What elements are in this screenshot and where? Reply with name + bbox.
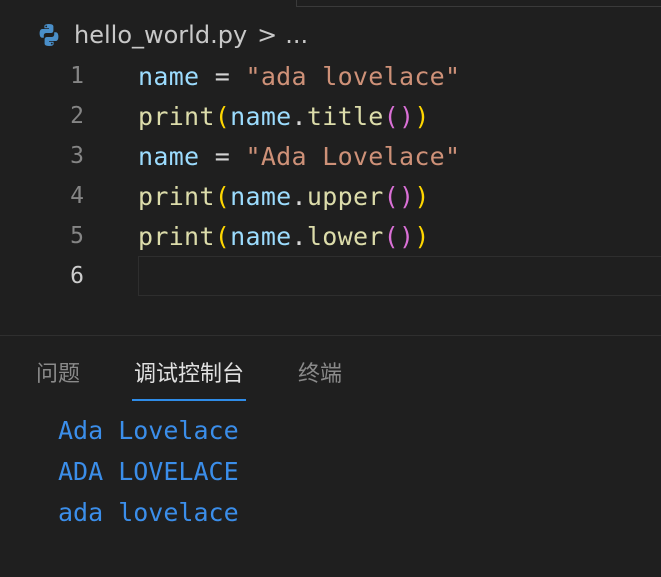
code-line[interactable]: 1 name = "ada lovelace" bbox=[0, 56, 661, 96]
code-line[interactable]: 6 bbox=[0, 256, 661, 296]
code-token: name bbox=[138, 141, 200, 171]
output-line: Ada Lovelace bbox=[58, 416, 239, 445]
code-token: . bbox=[291, 181, 307, 211]
code-line[interactable]: 5 print(name.lower()) bbox=[0, 216, 661, 256]
panel-tabs: 问题 调试控制台 终端 bbox=[0, 352, 661, 401]
line-number: 3 bbox=[70, 143, 84, 169]
code-token: name bbox=[230, 181, 292, 211]
breadcrumb-more[interactable]: ... bbox=[285, 21, 308, 49]
code-token: upper bbox=[306, 181, 384, 211]
code-token: ) bbox=[414, 221, 430, 251]
line-number: 4 bbox=[70, 183, 84, 209]
line-number: 1 bbox=[70, 63, 84, 89]
python-file-icon bbox=[36, 22, 62, 48]
code-token: print bbox=[138, 101, 215, 131]
debug-console-output: Ada Lovelace ADA LOVELACE ada lovelace bbox=[58, 410, 239, 533]
code-token: ( bbox=[214, 101, 231, 131]
code-editor[interactable]: 1 name = "ada lovelace" 2 print(name.title(… bbox=[0, 56, 661, 316]
code-token: "ada lovelace" bbox=[245, 61, 461, 91]
breadcrumb-file-name[interactable]: hello_world.py bbox=[74, 21, 247, 49]
code-token: = bbox=[199, 141, 246, 171]
code-token: () bbox=[383, 181, 415, 211]
code-token: () bbox=[383, 101, 415, 131]
line-number: 5 bbox=[70, 223, 84, 249]
code-token: ) bbox=[414, 181, 430, 211]
code-token: . bbox=[291, 221, 307, 251]
code-token: name bbox=[230, 101, 292, 131]
tab-debug-console[interactable]: 调试控制台 bbox=[131, 352, 247, 401]
code-text[interactable]: name = "Ada Lovelace" bbox=[138, 142, 460, 171]
code-text[interactable]: name = "ada lovelace" bbox=[138, 62, 460, 91]
code-token: title bbox=[306, 101, 384, 131]
breadcrumb-separator: > bbox=[257, 21, 278, 49]
code-text[interactable]: print(name.title()) bbox=[138, 102, 430, 131]
output-line: ada lovelace bbox=[58, 498, 239, 527]
code-token: . bbox=[291, 101, 307, 131]
tab-problems[interactable]: 问题 bbox=[36, 352, 80, 398]
line-number: 2 bbox=[70, 103, 84, 129]
code-text[interactable]: print(name.upper()) bbox=[138, 182, 430, 211]
editor-tab-strip bbox=[296, 0, 661, 7]
code-line[interactable]: 4 print(name.upper()) bbox=[0, 176, 661, 216]
output-line: ADA LOVELACE bbox=[58, 457, 239, 486]
tab-terminal[interactable]: 终端 bbox=[298, 352, 342, 398]
code-token: ) bbox=[414, 101, 430, 131]
code-token: name bbox=[230, 221, 292, 251]
code-token: print bbox=[138, 181, 215, 211]
current-line-highlight bbox=[138, 256, 661, 296]
code-text[interactable]: print(name.lower()) bbox=[138, 222, 430, 251]
code-line[interactable]: 2 print(name.title()) bbox=[0, 96, 661, 136]
line-number: 6 bbox=[70, 263, 84, 289]
breadcrumb: hello_world.py > ... bbox=[36, 18, 308, 52]
code-token: "Ada Lovelace" bbox=[245, 141, 461, 171]
panel-divider bbox=[0, 335, 661, 336]
code-token: ( bbox=[214, 221, 231, 251]
code-line[interactable]: 3 name = "Ada Lovelace" bbox=[0, 136, 661, 176]
code-token: = bbox=[199, 61, 246, 91]
code-token: () bbox=[383, 221, 415, 251]
code-token: print bbox=[138, 221, 215, 251]
code-token: name bbox=[138, 61, 200, 91]
code-token: lower bbox=[306, 221, 384, 251]
code-token: ( bbox=[214, 181, 231, 211]
